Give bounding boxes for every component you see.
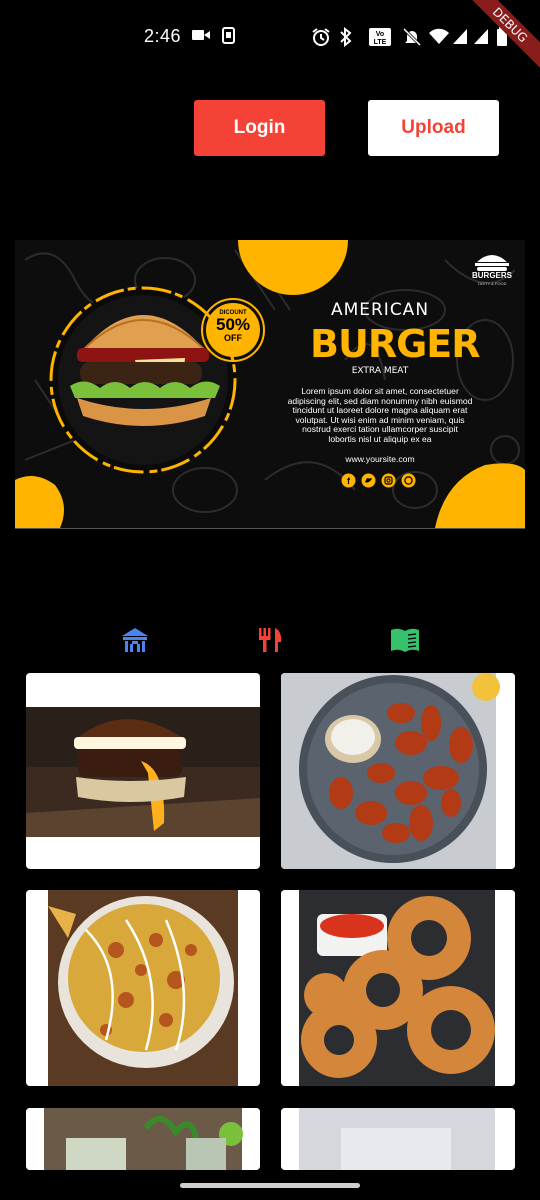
promo-banner[interactable]: DICOUNT 50% OFF BURGERS TASTY & FOOD AME… (15, 240, 525, 529)
mojito-photo (26, 1108, 260, 1170)
debug-banner: DEBUG (460, 0, 540, 80)
food-card-onion-rings[interactable] (281, 890, 515, 1086)
chicken-wings-photo (281, 673, 515, 869)
tab-restaurant[interactable] (115, 620, 155, 660)
social-icons: f (341, 473, 416, 488)
category-tabs (0, 620, 540, 660)
volte-icon: VoLTE (369, 28, 391, 46)
banner-art (15, 240, 525, 528)
status-time: 2:46 (144, 26, 182, 46)
food-card-wings[interactable] (281, 673, 515, 869)
banner-subtitle: EXTRA MEAT (351, 366, 409, 376)
banner-title-top: AMERICAN (330, 300, 430, 320)
banner-body: Lorem ipsum dolor sit amet, consectetuer… (287, 386, 473, 444)
menu-book-icon (391, 628, 419, 652)
food-card-nachos[interactable] (26, 890, 260, 1086)
wifi-icon (429, 28, 449, 44)
discount-badge: DICOUNT 50% OFF (215, 310, 251, 343)
burger-photo (26, 707, 260, 837)
banner-website: www.yoursite.com (345, 454, 415, 464)
svg-text:LTE: LTE (374, 39, 387, 46)
gesture-nav-bar[interactable] (180, 1183, 360, 1188)
food-card-mojito[interactable] (26, 1108, 260, 1170)
alarm-icon (312, 28, 330, 46)
status-bar: 2:46 Vo LTE (0, 0, 540, 72)
food-card-burger[interactable] (26, 673, 260, 869)
sim-icon (222, 27, 235, 44)
fork-knife-icon (259, 628, 282, 652)
restaurant-icon (122, 628, 148, 652)
drink-photo (281, 1108, 515, 1170)
food-card-drink[interactable] (281, 1108, 515, 1170)
twitter-icon[interactable] (361, 473, 376, 488)
banner-title: BURGER (310, 322, 481, 366)
whatsapp-icon[interactable] (401, 473, 416, 488)
bluetooth-icon (340, 27, 352, 47)
brand-name: BURGERS (471, 271, 512, 280)
video-camera-icon (192, 30, 210, 40)
login-button[interactable]: Login (194, 100, 325, 156)
svg-text:Vo: Vo (376, 31, 384, 38)
brand-tagline: TASTY & FOOD (477, 281, 507, 286)
facebook-icon[interactable]: f (341, 473, 356, 488)
tab-menu[interactable] (385, 620, 425, 660)
mute-icon (402, 27, 422, 47)
tab-food[interactable] (250, 620, 290, 660)
upload-button[interactable]: Upload (368, 100, 499, 156)
onion-rings-photo (281, 890, 515, 1086)
nachos-photo (26, 890, 260, 1086)
instagram-icon[interactable] (381, 473, 396, 488)
